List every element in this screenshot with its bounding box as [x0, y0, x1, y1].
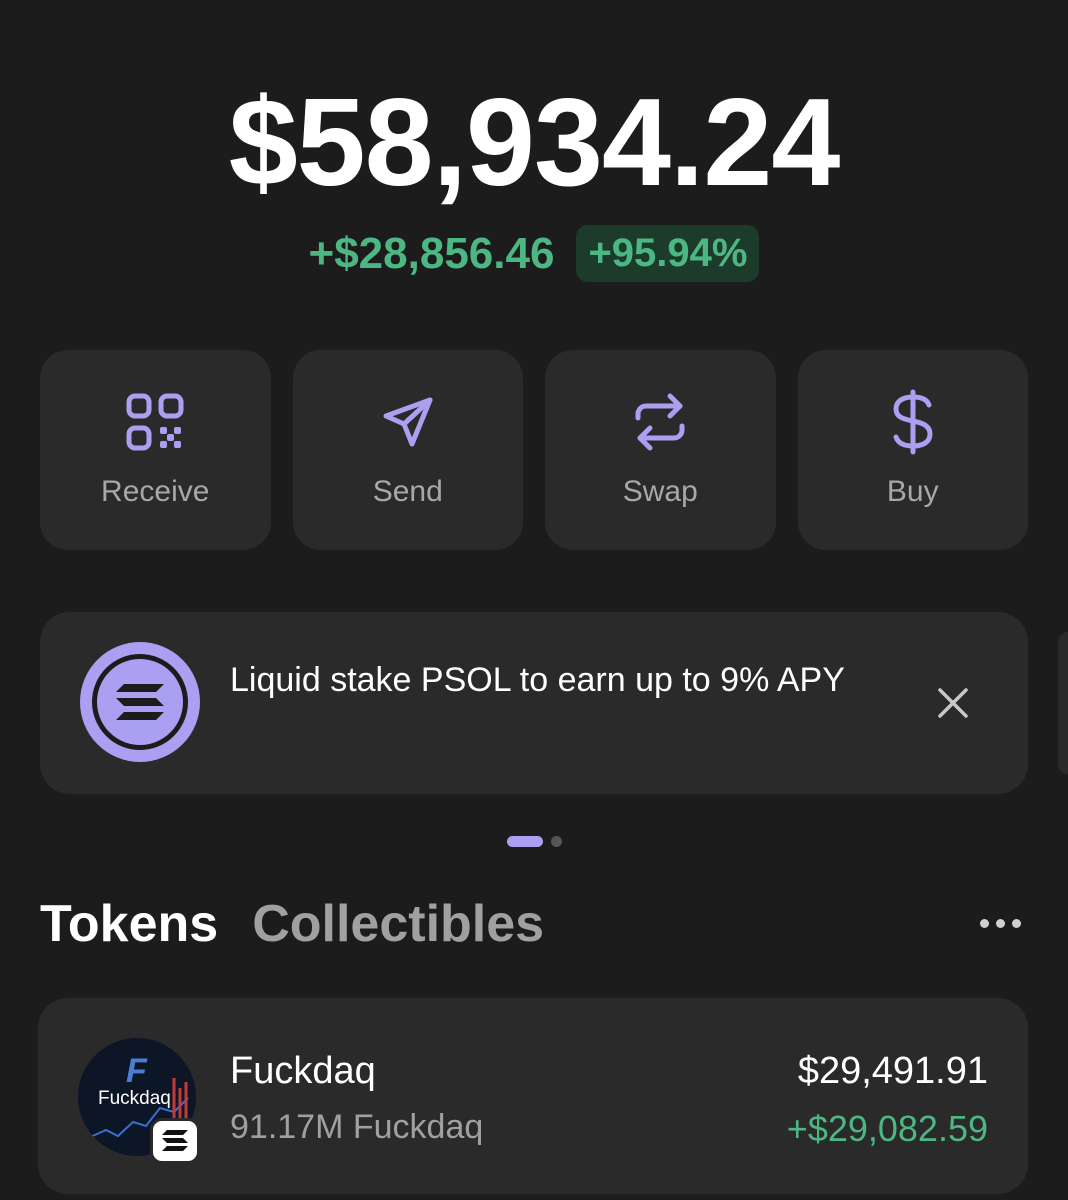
portfolio-balance: $58,934.24: [228, 74, 841, 212]
asset-tabs: Tokens Collectibles: [40, 894, 544, 954]
tab-tokens[interactable]: Tokens: [40, 894, 218, 954]
qr-code-icon: [124, 391, 186, 453]
portfolio-change-amount: +$28,856.46: [308, 228, 555, 278]
token-value: $29,491.91: [797, 1050, 988, 1092]
token-name: Fuckdaq: [230, 1050, 376, 1092]
more-dots-icon[interactable]: [970, 908, 1030, 938]
swap-label: Swap: [622, 475, 698, 508]
swap-arrows-icon: [629, 391, 691, 453]
send-label: Send: [372, 475, 443, 508]
solana-logo-icon: [80, 642, 200, 762]
token-row[interactable]: F Fuckdaq Fuckdaq 91.17M Fuckdaq $29,491…: [38, 998, 1028, 1194]
promo-banner[interactable]: Liquid stake PSOL to earn up to 9% APY: [40, 612, 1028, 794]
portfolio-change-row: +$28,856.46 +95.94%: [0, 225, 1068, 282]
token-amount: 91.17M Fuckdaq: [230, 1108, 484, 1146]
swap-button[interactable]: Swap: [545, 350, 776, 550]
portfolio-change-percent-badge: +95.94%: [576, 225, 760, 282]
dollar-icon: [882, 389, 944, 455]
token-change: +$29,082.59: [786, 1108, 988, 1149]
wallet-home: $58,934.24 +$28,856.46 +95.94% Receive S…: [0, 0, 1068, 1200]
tab-collectibles[interactable]: Collectibles: [252, 894, 544, 954]
solana-chain-badge-icon: [150, 1118, 200, 1164]
close-icon[interactable]: [930, 680, 976, 726]
receive-button[interactable]: Receive: [40, 350, 271, 550]
buy-button[interactable]: Buy: [797, 350, 1028, 550]
receive-label: Receive: [101, 475, 210, 508]
pager-dot-active[interactable]: [506, 836, 543, 847]
action-buttons: Receive Send Swap Buy: [40, 350, 1028, 550]
promo-pager: [0, 836, 1068, 847]
pager-dot[interactable]: [550, 836, 562, 847]
promo-text: Liquid stake PSOL to earn up to 9% APY: [230, 661, 845, 699]
buy-label: Buy: [886, 475, 939, 508]
paper-plane-icon: [377, 391, 439, 453]
send-button[interactable]: Send: [292, 350, 523, 550]
next-promo-card-edge[interactable]: [1058, 632, 1068, 774]
